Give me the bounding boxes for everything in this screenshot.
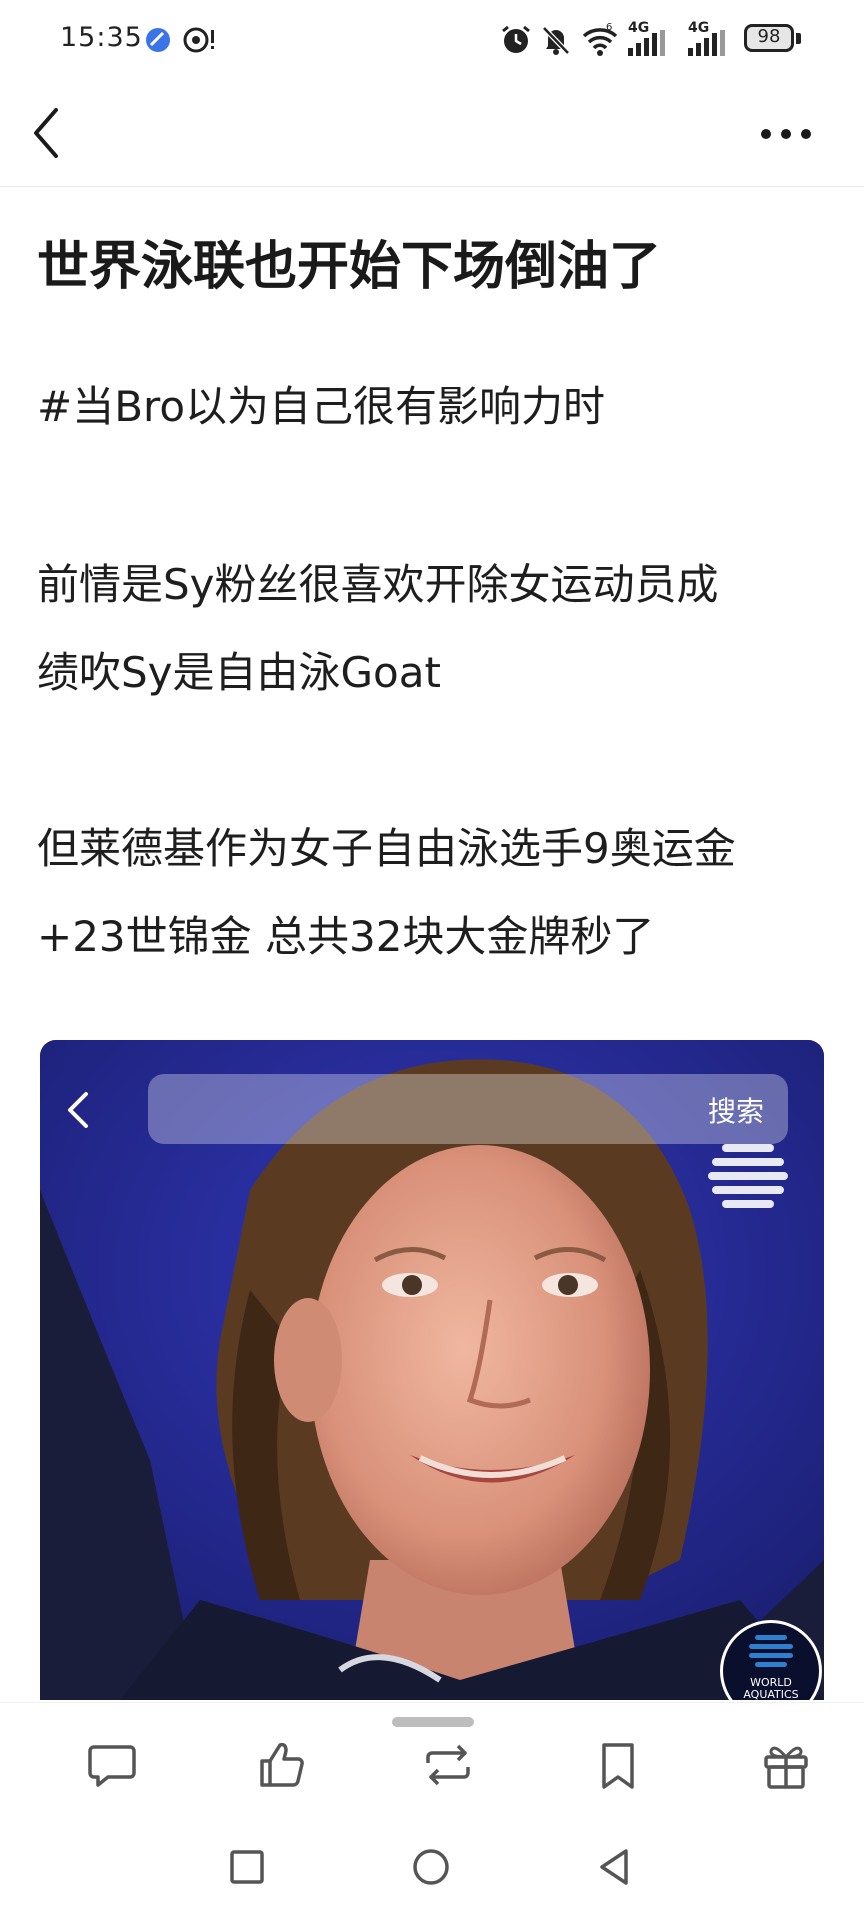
recent-apps-icon: [230, 1850, 264, 1884]
more-button[interactable]: [752, 108, 824, 158]
action-bar: [0, 1702, 864, 1821]
bookmark-icon: [602, 1743, 634, 1789]
comment-icon: [88, 1745, 136, 1787]
bookmark-button[interactable]: [590, 1737, 646, 1793]
repost-button[interactable]: [420, 1737, 476, 1793]
home-button[interactable]: [406, 1842, 456, 1892]
menu-dots-icon: [708, 1144, 788, 1208]
battery-icon: 98: [744, 24, 802, 56]
comment-button[interactable]: [84, 1737, 140, 1793]
back-button[interactable]: [24, 100, 84, 166]
post-text-line: 前情是Sy粉丝很喜欢开除女运动员成: [37, 560, 719, 609]
notification-icon: [183, 27, 214, 53]
like-button[interactable]: [254, 1737, 310, 1793]
post-title: 世界泳联也开始下场倒油了: [37, 237, 662, 297]
more-horizontal-icon: [761, 129, 811, 139]
post-image[interactable]: 搜索 WORLD AQUATICS: [40, 1040, 824, 1700]
logo-text-line: WORLD: [750, 1676, 792, 1689]
chevron-left-icon: [34, 108, 58, 158]
repost-icon: [426, 1744, 470, 1786]
system-back-button[interactable]: [590, 1842, 640, 1892]
post-text-line: 绩吹Sy是自由泳Goat: [37, 648, 441, 697]
drag-handle[interactable]: [392, 1717, 474, 1727]
image-search-label: 搜索: [707, 1095, 764, 1128]
back-icon: [600, 1849, 628, 1885]
post-text-line: 但莱德基作为女子自由泳选手9奥运金: [37, 824, 736, 873]
gift-icon: [764, 1746, 808, 1789]
app-badge-icon: [146, 28, 170, 52]
nav-bar: [0, 80, 864, 187]
status-time: 15:35: [60, 22, 143, 53]
post-text-line: +23世锦金 总共32块大金牌秒了: [37, 912, 655, 961]
alarm-icon: [502, 25, 530, 53]
svg-text:6: 6: [606, 22, 612, 33]
post-text-line: #当Bro以为自己很有影响力时: [37, 382, 606, 431]
image-search-bar: 搜索: [148, 1074, 788, 1144]
mute-icon: [542, 26, 570, 55]
signal-icon: [688, 30, 725, 56]
gift-button[interactable]: [758, 1737, 814, 1793]
world-aquatics-logo: WORLD AQUATICS: [720, 1620, 822, 1700]
chevron-left-icon: [68, 1092, 88, 1128]
image-back-button[interactable]: [64, 1090, 94, 1130]
status-bar: 15:35 6 4G 4G 98: [0, 0, 864, 80]
recent-apps-button[interactable]: [222, 1842, 272, 1892]
signal-icon: [628, 30, 665, 56]
logo-mark-icon: [749, 1635, 793, 1667]
home-icon: [413, 1849, 449, 1885]
system-nav-bar: [0, 1820, 864, 1920]
logo-text-line: AQUATICS: [743, 1687, 799, 1700]
battery-level: 98: [757, 26, 781, 47]
like-icon: [260, 1742, 304, 1787]
wifi-icon: 6: [582, 22, 618, 56]
